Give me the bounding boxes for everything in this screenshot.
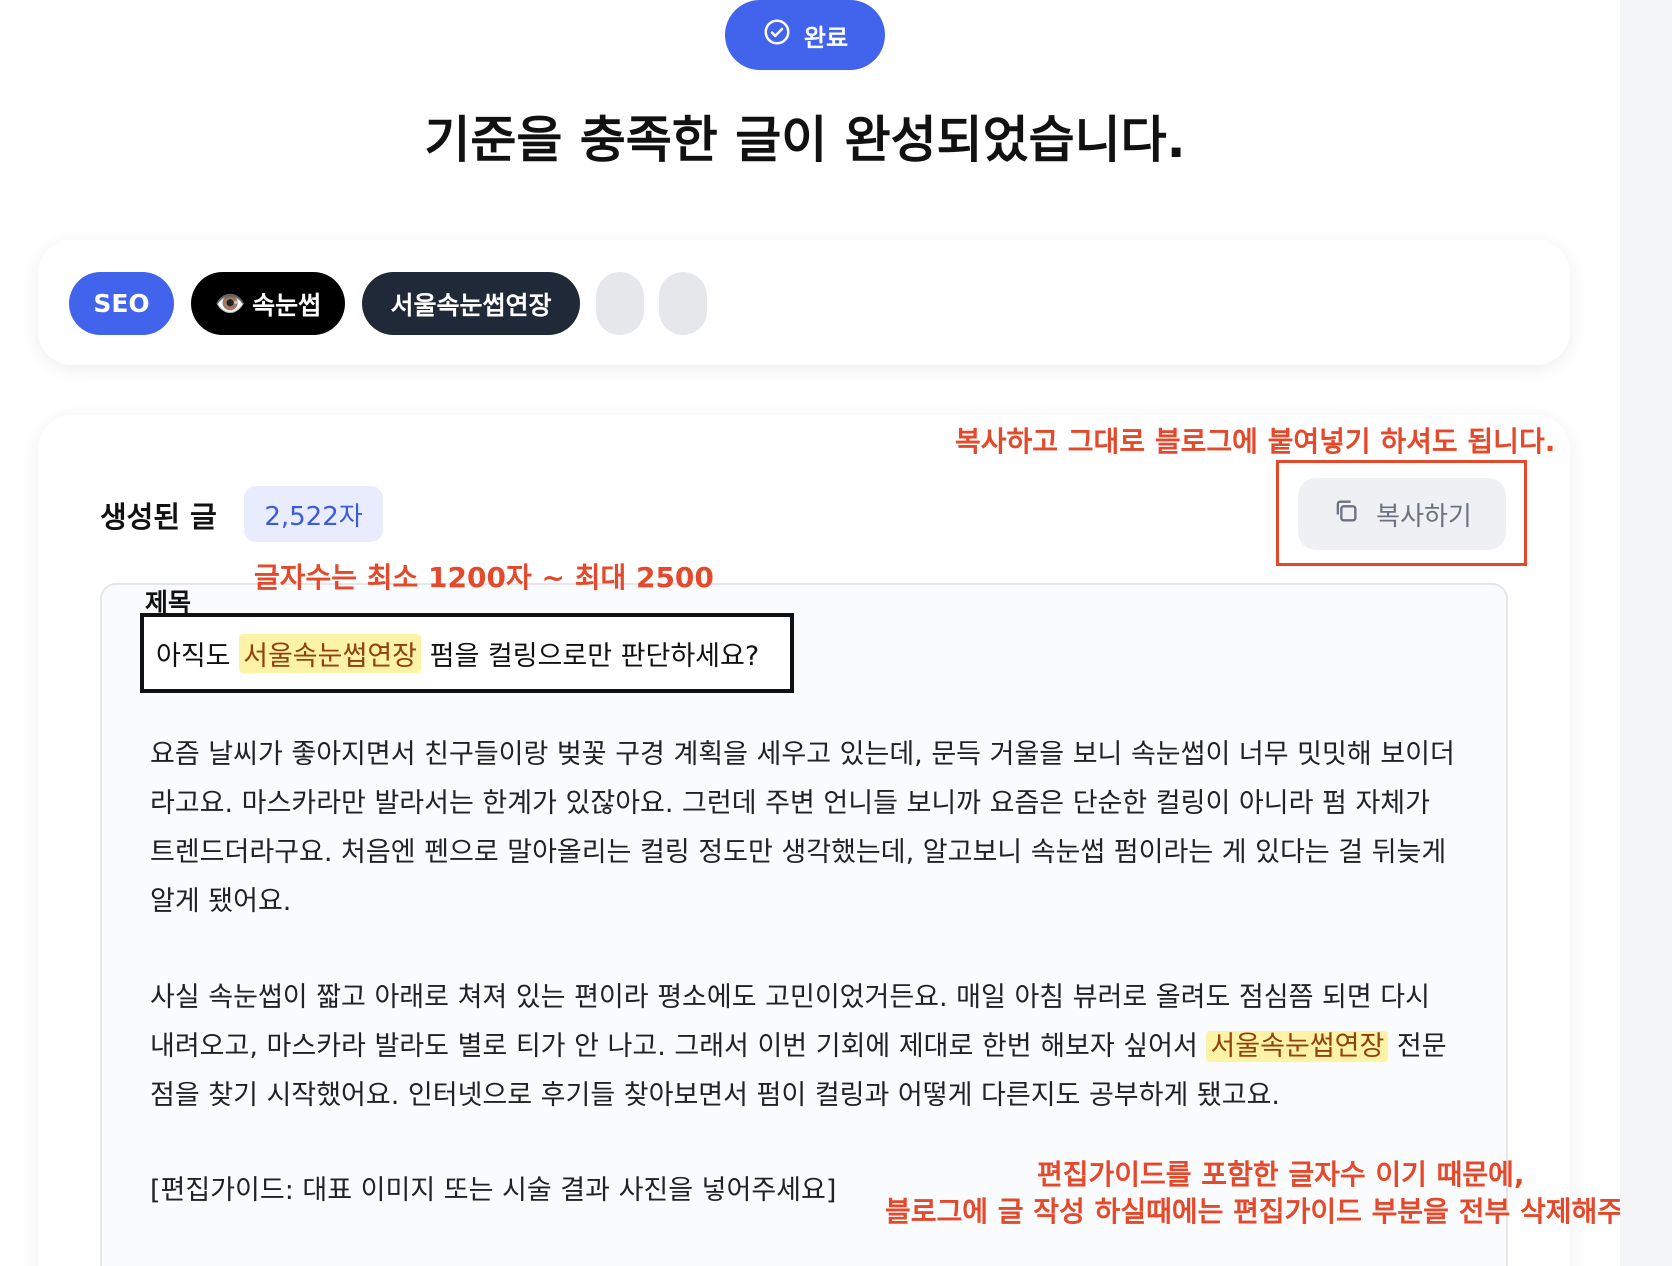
tag-placeholder [659, 272, 707, 335]
tags-card: SEO 👁️ 속눈썹 서울속눈썹연장 [38, 240, 1570, 365]
page: 완료 기준을 충족한 글이 완성되었습니다. SEO 👁️ 속눈썹 서울속눈썹연… [0, 0, 1620, 1266]
annotation-count-note: 글자수는 최소 1200자 ~ 최대 2500 [254, 561, 714, 594]
tag-eyelash[interactable]: 👁️ 속눈썹 [191, 272, 345, 335]
tag-placeholder [596, 272, 644, 335]
status-complete-badge: 완료 [725, 0, 885, 70]
article-title: 아직도 서울속눈썹연장 펌을 컬링으로만 판단하세요? [140, 613, 794, 693]
generated-label: 생성된 글 [100, 500, 217, 534]
annotation-guide-note-2: 블로그에 글 작성 하실때에는 편집가이드 부분을 전부 삭제해주세요. [885, 1195, 1620, 1228]
title-text-post: 펌을 컬링으로만 판단하세요? [429, 640, 760, 672]
page-title: 기준을 충족한 글이 완성되었습니다. [424, 111, 1186, 169]
tag-seoul-eyelash-extension[interactable]: 서울속눈썹연장 [362, 272, 580, 335]
annotation-copy-box [1276, 460, 1527, 566]
char-count-badge: 2,522자 [244, 486, 383, 542]
keyword-highlight: 서울속눈썹연장 [239, 633, 422, 673]
status-label: 완료 [803, 23, 849, 52]
article-paragraph: 요즘 날씨가 좋아지면서 친구들이랑 벚꽃 구경 계획을 세우고 있는데, 문득… [150, 739, 1455, 917]
eye-icon: 👁️ [214, 288, 247, 318]
char-count: 2,522자 [264, 501, 363, 532]
tag-seo[interactable]: SEO [69, 272, 174, 335]
tag-seoul-label: 서울속눈썹연장 [390, 290, 552, 320]
annotation-copy-note: 복사하고 그대로 블로그에 붙여넣기 하셔도 됩니다. [955, 425, 1556, 458]
tag-eyelash-label: 속눈썹 [252, 290, 322, 320]
keyword-highlight: 서울속눈썹연장 [1206, 1031, 1389, 1062]
tag-seo-label: SEO [93, 289, 150, 318]
check-circle-icon [762, 17, 792, 53]
annotation-guide-note-1: 편집가이드를 포함한 글자수 이기 때문에, [1037, 1158, 1525, 1191]
title-text-pre: 아직도 [156, 640, 231, 672]
article-paragraph: 사실 속눈썹이 짧고 아래로 쳐져 있는 편이라 평소에도 고민이었거든요. 매… [150, 973, 1460, 1120]
